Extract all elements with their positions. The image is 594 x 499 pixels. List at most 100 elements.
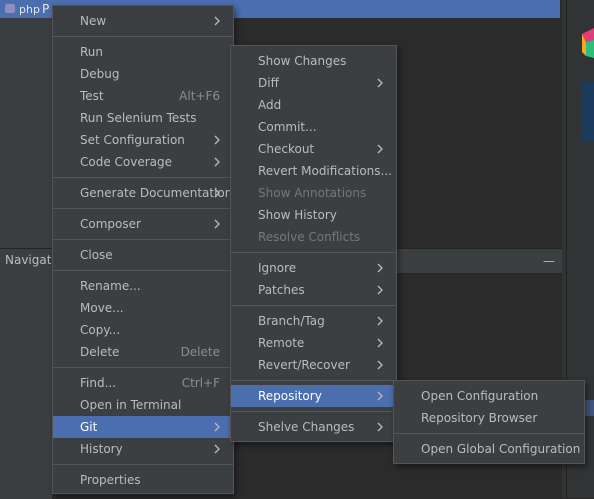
menu-item-label: Copy... <box>80 323 121 337</box>
menu-item-open-global-configuration[interactable]: Open Global Configuration <box>394 438 584 460</box>
menu-item-label: Open Global Configuration <box>421 442 581 456</box>
chevron-right-icon <box>376 78 386 88</box>
menu-separator <box>231 380 396 381</box>
chevron-right-icon <box>213 422 223 432</box>
minimize-icon[interactable]: — <box>543 254 555 268</box>
menu-separator <box>53 367 233 368</box>
chevron-right-icon <box>376 360 386 370</box>
chevron-right-icon <box>376 338 386 348</box>
menu-item-label: Shelve Changes <box>258 420 355 434</box>
menu-item-find[interactable]: Find... Ctrl+F <box>53 372 233 394</box>
menu-item-label: Checkout <box>258 142 315 156</box>
repository-submenu: Open Configuration Repository Browser Open… <box>393 380 585 464</box>
menu-item-test[interactable]: Test Alt+F6 <box>53 85 233 107</box>
menu-item-label: Find... <box>80 376 117 390</box>
navigator-header <box>396 248 562 274</box>
menu-item-label: Composer <box>80 217 141 231</box>
menu-item-properties[interactable]: Properties <box>53 469 233 491</box>
menu-item-close[interactable]: Close <box>53 244 233 266</box>
chevron-right-icon <box>376 263 386 273</box>
menu-item-label: Commit... <box>258 120 317 134</box>
menu-item-ignore[interactable]: Ignore <box>231 257 396 279</box>
navigator-panel <box>0 248 52 499</box>
menu-separator <box>53 239 233 240</box>
menu-item-label: New <box>80 14 107 28</box>
menu-separator <box>53 36 233 37</box>
menu-item-label: Open in Terminal <box>80 398 182 412</box>
menu-item-label: Show Annotations <box>258 186 367 200</box>
menu-separator <box>53 177 233 178</box>
menu-item-label: Close <box>80 248 113 262</box>
chevron-right-icon <box>376 285 386 295</box>
menu-item-set-configuration[interactable]: Set Configuration <box>53 129 233 151</box>
right-selection <box>585 400 594 416</box>
menu-item-label: Branch/Tag <box>258 314 325 328</box>
menu-item-label: Set Configuration <box>80 133 185 147</box>
menu-item-show-annotations[interactable]: Show Annotations <box>231 182 396 204</box>
menu-separator <box>231 252 396 253</box>
menu-item-patches[interactable]: Patches <box>231 279 396 301</box>
menu-item-show-history[interactable]: Show History <box>231 204 396 226</box>
menu-item-code-coverage[interactable]: Code Coverage <box>53 151 233 173</box>
menu-item-label: Debug <box>80 67 120 81</box>
chevron-right-icon <box>213 219 223 229</box>
menu-item-composer[interactable]: Composer <box>53 213 233 235</box>
menu-item-open-configuration[interactable]: Open Configuration <box>394 385 584 407</box>
tree-node-suffix: P <box>42 2 50 16</box>
chevron-right-icon <box>213 188 223 198</box>
menu-item-repository-browser[interactable]: Repository Browser <box>394 407 584 429</box>
menu-item-label: Code Coverage <box>80 155 173 169</box>
menu-item-label: Delete <box>80 345 120 359</box>
menu-separator <box>231 411 396 412</box>
menu-separator <box>53 464 233 465</box>
menu-item-add[interactable]: Add <box>231 94 396 116</box>
menu-item-label: Properties <box>80 473 141 487</box>
chevron-right-icon <box>213 444 223 454</box>
menu-item-remote[interactable]: Remote <box>231 332 396 354</box>
menu-item-label: Show Changes <box>258 54 347 68</box>
menu-separator <box>231 305 396 306</box>
menu-separator <box>394 433 584 434</box>
menu-item-open-in-terminal[interactable]: Open in Terminal <box>53 394 233 416</box>
menu-item-git[interactable]: Git <box>53 416 233 438</box>
menu-item-shelve-changes[interactable]: Shelve Changes <box>231 416 396 438</box>
chevron-right-icon <box>376 391 386 401</box>
menu-item-label: Revert/Recover <box>258 358 350 372</box>
menu-item-copy[interactable]: Copy... <box>53 319 233 341</box>
menu-item-diff[interactable]: Diff <box>231 72 396 94</box>
menu-item-resolve-conflicts[interactable]: Resolve Conflicts <box>231 226 396 248</box>
menu-item-delete[interactable]: Delete Delete <box>53 341 233 363</box>
splash-panel <box>582 82 594 142</box>
chevron-right-icon <box>376 422 386 432</box>
menu-item-label: Ignore <box>258 261 297 275</box>
menu-item-checkout[interactable]: Checkout <box>231 138 396 160</box>
menu-item-repository[interactable]: Repository <box>231 385 396 407</box>
navigator-title: Navigato <box>5 253 59 267</box>
menu-item-label: Diff <box>258 76 279 90</box>
chevron-right-icon <box>213 135 223 145</box>
menu-item-label: Open Configuration <box>421 389 539 403</box>
chevron-right-icon <box>213 157 223 167</box>
menu-item-run[interactable]: Run <box>53 41 233 63</box>
menu-item-label: Patches <box>258 283 305 297</box>
chevron-right-icon <box>376 316 386 326</box>
menu-item-move[interactable]: Move... <box>53 297 233 319</box>
menu-item-revert-modifications[interactable]: Revert Modifications... <box>231 160 396 182</box>
menu-item-generate-documentation[interactable]: Generate Documentation <box>53 182 233 204</box>
menu-item-run-selenium-tests[interactable]: Run Selenium Tests <box>53 107 233 129</box>
menu-item-label: Git <box>80 420 98 434</box>
menu-item-history[interactable]: History <box>53 438 233 460</box>
menu-item-show-changes[interactable]: Show Changes <box>231 50 396 72</box>
menu-item-branch-tag[interactable]: Branch/Tag <box>231 310 396 332</box>
menu-item-shortcut: Ctrl+F <box>181 376 220 390</box>
menu-item-label: Run Selenium Tests <box>80 111 197 125</box>
menu-item-label: Test <box>80 89 104 103</box>
menu-item-rename[interactable]: Rename... <box>53 275 233 297</box>
menu-item-revert-recover[interactable]: Revert/Recover <box>231 354 396 376</box>
menu-item-new[interactable]: New <box>53 10 233 32</box>
menu-item-shortcut: Alt+F6 <box>179 89 220 103</box>
menu-item-label: Repository <box>258 389 322 403</box>
context-menu: New Run Debug Test Alt+F6 Run Selenium Tests S… <box>52 5 234 494</box>
menu-item-commit[interactable]: Commit... <box>231 116 396 138</box>
menu-item-debug[interactable]: Debug <box>53 63 233 85</box>
